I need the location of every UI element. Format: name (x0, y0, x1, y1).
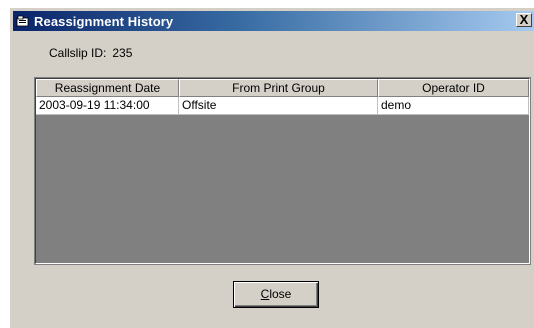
column-header-operator-id[interactable]: Operator ID (378, 79, 529, 97)
folder-icon (16, 14, 30, 28)
column-header-from-print-group[interactable]: From Print Group (179, 79, 378, 97)
reassignment-grid[interactable]: Reassignment Date From Print Group Opera… (34, 77, 531, 265)
close-icon[interactable]: X (516, 13, 532, 27)
cell-from-print-group[interactable]: Offsite (179, 97, 378, 115)
callslip-id-line: Callslip ID: 235 (49, 46, 132, 60)
callslip-id-label: Callslip ID: (49, 46, 107, 60)
cell-reassignment-date[interactable]: 2003-09-19 11:34:00 (36, 97, 179, 115)
reassignment-history-dialog: Reassignment History X Callslip ID: 235 R… (10, 8, 534, 328)
callslip-id-value: 235 (112, 46, 133, 60)
table-row[interactable]: 2003-09-19 11:34:00 Offsite demo (36, 97, 529, 115)
title-bar[interactable]: Reassignment History X (13, 11, 534, 31)
grid-header: Reassignment Date From Print Group Opera… (36, 79, 529, 97)
cell-operator-id[interactable]: demo (378, 97, 529, 115)
column-header-reassignment-date[interactable]: Reassignment Date (36, 79, 179, 97)
close-button-label: lose (269, 287, 292, 301)
window-title: Reassignment History (34, 13, 174, 29)
close-button[interactable]: Close (233, 281, 319, 308)
